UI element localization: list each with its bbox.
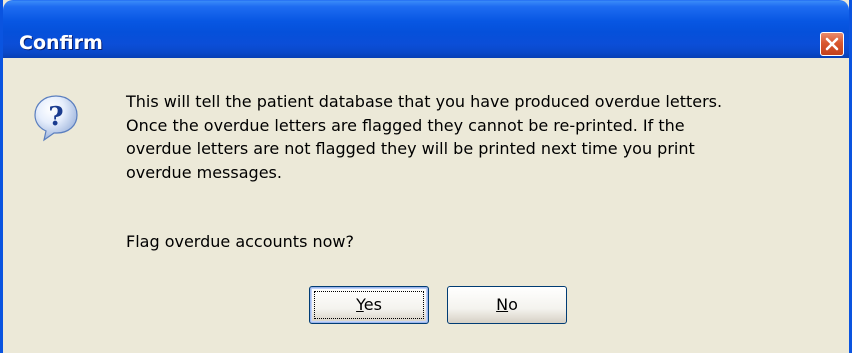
- yes-label-rest: es: [363, 295, 382, 314]
- no-button-label: No: [496, 295, 518, 314]
- svg-text:?: ?: [48, 102, 63, 132]
- close-button[interactable]: [820, 32, 844, 56]
- question-icon: ?: [34, 95, 78, 142]
- no-mnemonic: N: [496, 295, 509, 314]
- close-icon: [825, 37, 839, 51]
- dialog-body: ? This will tell the patient database th…: [3, 58, 849, 353]
- title-bar[interactable]: Confirm: [3, 0, 849, 58]
- dialog-prompt: Flag overdue accounts now?: [126, 232, 354, 251]
- confirm-dialog: Confirm ? This will tell the patient dat…: [0, 0, 852, 353]
- no-label-rest: o: [508, 295, 518, 314]
- no-button[interactable]: No: [447, 286, 567, 324]
- yes-button[interactable]: Yes: [309, 286, 429, 324]
- window-title: Confirm: [19, 32, 103, 54]
- dialog-message: This will tell the patient database that…: [126, 92, 723, 182]
- yes-mnemonic: Y: [356, 295, 364, 314]
- yes-button-label: Yes: [356, 295, 382, 314]
